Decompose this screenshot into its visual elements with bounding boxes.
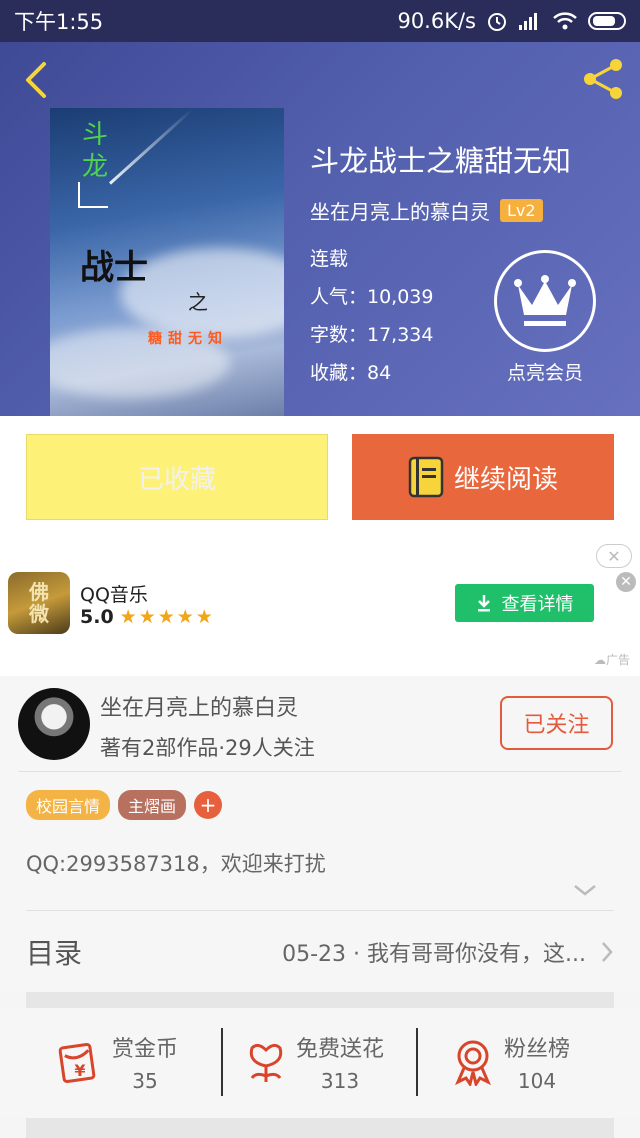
stat-label: 免费送花 <box>296 1037 385 1062</box>
section-spacer <box>26 992 614 1008</box>
continue-reading-button[interactable]: 继续阅读 <box>352 434 614 520</box>
send-flower-button[interactable]: 免费送花 313 <box>244 1024 384 1100</box>
expand-intro-button[interactable] <box>572 882 598 896</box>
latest-chapter: 05-23 · 我有哥哥你没有，这... <box>282 942 586 967</box>
reward-coins-button[interactable]: ¥ 赏金币 35 <box>56 1024 178 1100</box>
flower-icon <box>249 1043 283 1082</box>
ad-details-label: 查看详情 <box>501 594 574 615</box>
divider <box>26 910 614 911</box>
close-icon: ✕ <box>607 546 621 566</box>
ad-banner: ✕ ✕ 佛 微 QQ音乐 5.0 ★★★★★ 查看详情 ☁广告 <box>0 538 640 676</box>
book-word-count: 字数：17,334 <box>310 324 434 346</box>
crown-icon <box>514 275 576 326</box>
cloud-icon: ☁ <box>593 653 606 667</box>
battery-icon <box>588 12 626 30</box>
cover-subtitle: 糖甜无知 <box>148 331 228 347</box>
vip-label: 点亮会员 <box>506 362 583 384</box>
ad-details-button[interactable]: 查看详情 <box>455 584 594 622</box>
catalog-row[interactable]: 目录 05-23 · 我有哥哥你没有，这... <box>26 912 614 992</box>
book-author-line: 坐在月亮上的慕白灵 Lv2 <box>310 196 543 225</box>
cover-title-char: 之 <box>188 290 208 314</box>
download-icon <box>477 595 490 612</box>
chevron-right-icon <box>602 942 613 962</box>
divider <box>416 1028 418 1096</box>
plus-icon: + <box>199 793 217 817</box>
back-button[interactable] <box>18 58 58 102</box>
chevron-left-icon <box>26 62 46 98</box>
divider <box>221 1028 223 1096</box>
network-speed: 90.6K/s <box>397 9 476 33</box>
stat-label: 赏金币 <box>112 1037 179 1062</box>
catalog-label: 目录 <box>26 937 83 970</box>
ad-rating-value: 5.0 <box>80 606 114 628</box>
favorited-button[interactable]: 已收藏 <box>26 434 328 520</box>
status-time: 下午1:55 <box>14 10 104 34</box>
medal-icon <box>455 1040 491 1086</box>
stat-value: 35 <box>132 1069 158 1093</box>
interaction-stats: ¥ 赏金币 35 免费送花 313 粉丝榜 104 <box>0 1008 640 1118</box>
book-status: 连载 <box>310 248 349 270</box>
svg-text:¥: ¥ <box>74 1061 85 1080</box>
ad-app-name: QQ音乐 <box>80 584 148 606</box>
stat-value: 104 <box>517 1069 557 1093</box>
book-header: 斗 龙 战士 之 糖甜无知 斗龙战士之糖甜无知 坐在月亮上的慕白灵 Lv2 连载… <box>0 42 640 416</box>
fan-ranking-button[interactable]: 粉丝榜 104 <box>450 1024 570 1100</box>
share-button[interactable] <box>580 56 628 102</box>
follow-button[interactable]: 已关注 <box>500 696 613 750</box>
level-badge: Lv2 <box>500 199 543 222</box>
ad-app-icon-text: 佛 微 <box>29 580 49 626</box>
close-icon: ✕ <box>620 574 632 590</box>
book-popularity: 人气：10,039 <box>310 286 434 308</box>
author-stats: 著有2部作品·29人关注 <box>100 736 315 760</box>
wifi-icon <box>553 12 577 30</box>
stat-value: 313 <box>320 1069 360 1093</box>
cover-title-char: 龙 <box>82 152 109 182</box>
tag-list: 校园言情 主熠画 + <box>26 790 223 820</box>
red-envelope-icon: ¥ <box>58 1042 96 1084</box>
add-tag-button[interactable]: + <box>194 791 223 819</box>
tag-item[interactable]: 主熠画 <box>118 790 187 820</box>
signal-icon <box>519 13 537 30</box>
ad-tag: ☁广告 <box>593 653 630 667</box>
alarm-icon <box>488 13 506 31</box>
ad-app-icon[interactable]: 佛 微 <box>8 572 70 634</box>
book-favorites: 收藏：84 <box>310 362 392 384</box>
section-spacer <box>26 1118 614 1138</box>
author-name[interactable]: 坐在月亮上的慕白灵 <box>100 690 298 722</box>
author-section: 坐在月亮上的慕白灵 著有2部作品·29人关注 已关注 校园言情 主熠画 + QQ… <box>0 676 640 992</box>
chevron-down-icon <box>574 885 596 896</box>
book-title: 斗龙战士之糖甜无知 <box>310 144 572 178</box>
stat-label: 粉丝榜 <box>504 1037 571 1062</box>
ad-rating-stars: ★★★★★ <box>119 606 215 628</box>
action-bar: 已收藏 继续阅读 <box>0 416 640 538</box>
cover-title-main: 战士 <box>80 248 148 288</box>
vip-button[interactable]: 点亮会员 <box>490 250 600 385</box>
book-author[interactable]: 坐在月亮上的慕白灵 <box>310 196 490 225</box>
ad-dismiss-button[interactable]: ✕ <box>616 572 636 592</box>
share-icon <box>584 59 622 99</box>
tag-item[interactable]: 校园言情 <box>26 790 111 820</box>
book-icon <box>408 456 444 498</box>
ad-rating: 5.0 ★★★★★ <box>80 606 215 628</box>
ad-close-button[interactable]: ✕ <box>596 544 632 568</box>
status-bar: 下午1:55 90.6K/s <box>0 0 640 42</box>
continue-reading-label: 继续阅读 <box>453 464 558 495</box>
book-intro: QQ:2993587318，欢迎来打扰 <box>26 852 326 876</box>
book-cover[interactable]: 斗 龙 战士 之 糖甜无知 <box>50 108 284 416</box>
author-avatar[interactable] <box>18 688 90 760</box>
divider <box>18 771 622 772</box>
